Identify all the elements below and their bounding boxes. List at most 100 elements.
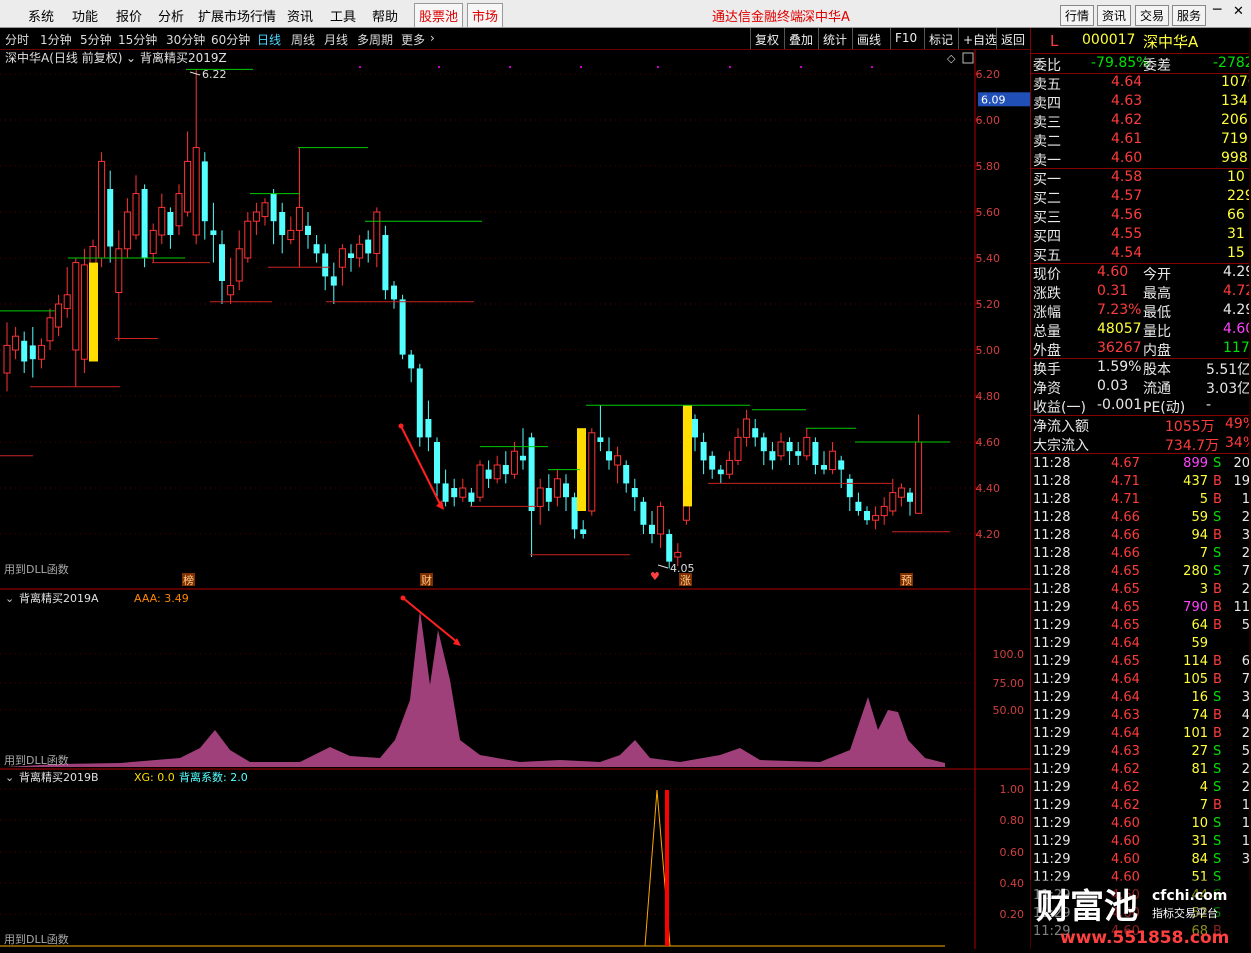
app-title: 通达信金融终端 [712, 10, 804, 25]
tick-row: 11:28 4.65 280 S 7 [1033, 564, 1250, 579]
candle-body [812, 442, 819, 465]
indicator-chevron-icon[interactable]: ⌄ [126, 51, 136, 65]
period-tab-2[interactable]: 5分钟 [80, 31, 112, 48]
candle-body [322, 253, 329, 277]
sell-row-3: 卖二 4.61 719 [1033, 131, 1248, 150]
candle-body [382, 235, 389, 291]
candle-body [709, 455, 716, 470]
tick-row: 11:28 4.67 899 S 20 [1033, 456, 1250, 471]
tool-button-3[interactable]: 画线 [852, 28, 885, 49]
dll-note-b: 用到DLL函数 [4, 933, 69, 946]
top-button-3[interactable]: 服务 [1172, 5, 1207, 26]
candle-body [649, 524, 655, 534]
tool-button-7[interactable]: 返回 [996, 28, 1029, 49]
price-tick-4: 5.40 [976, 252, 1001, 265]
panel-b-signal-bar [665, 790, 669, 946]
menu-item-5[interactable]: 资讯 [287, 6, 313, 25]
sell-row-0: 卖五4.641076 [1033, 74, 1251, 93]
price-tick-1: 6.00 [976, 114, 1001, 127]
candle-body [553, 478, 561, 498]
candle-body [666, 534, 673, 562]
watermark-slogan: 指标交易平台 [1152, 906, 1218, 920]
candle-body [502, 465, 509, 475]
candle-body [536, 487, 544, 507]
tick-row: 11:28 4.71 437 B 19 [1033, 474, 1250, 489]
period-tab-0[interactable]: 分时 [5, 31, 29, 48]
panel-a-chevron-icon[interactable]: ⌄ [5, 592, 14, 605]
top-button-2[interactable]: 交易 [1135, 5, 1170, 26]
panel-b-chevron-icon[interactable]: ⌄ [5, 771, 14, 784]
minimize-icon[interactable]: ─ [1213, 2, 1221, 18]
menu-item-1[interactable]: 功能 [72, 6, 98, 25]
stat2-row-0: 换手 1.59% 股本 5.51亿 [1033, 359, 1251, 378]
event-marker-label-0: 榜 [183, 573, 194, 587]
period-tab-8[interactable]: 月线 [324, 31, 348, 48]
candle-body [72, 262, 80, 351]
menu-item-0[interactable]: 系统 [28, 6, 54, 25]
price-tick-0: 6.20 [976, 68, 1001, 81]
candle-body [451, 488, 458, 498]
candle-body [63, 294, 71, 310]
candle-body [175, 193, 183, 227]
period-tab-6[interactable]: 日线 [257, 31, 281, 48]
candle-body [287, 229, 295, 241]
candle-body [123, 211, 131, 250]
chart-area[interactable]: 6.20 6.00 5.80 5.60 5.40 5.20 5.00 4.80 4.60 4.40… [0, 50, 1030, 949]
signal-bar-2 [683, 405, 692, 507]
price-tick-6: 5.00 [976, 344, 1001, 357]
candle-body [614, 455, 622, 466]
tick-row: 11:29 4.62 81 S 2 [1033, 762, 1250, 777]
candle-body [348, 253, 354, 258]
panel-b-coef: 背离系数: 2.0 [179, 770, 248, 784]
market-button[interactable]: 市场 [467, 3, 504, 28]
marker-dot [359, 66, 361, 68]
diamond-icon[interactable]: ◇ [947, 52, 956, 65]
candle-body [192, 147, 200, 236]
tool-button-4[interactable]: F10 [890, 28, 921, 49]
period-tab-1[interactable]: 1分钟 [40, 31, 72, 48]
candle-body [821, 465, 827, 470]
sell-row-4: 卖一 4.60 998 [1033, 150, 1248, 169]
period-tab-5[interactable]: 60分钟 [211, 31, 250, 48]
menu-item-4[interactable]: 扩展市场行情 [198, 6, 276, 25]
tool-button-5[interactable]: 标记 [924, 28, 957, 49]
more-chevron-icon[interactable]: › [430, 31, 435, 45]
candle-body [29, 345, 36, 360]
menu-item-2[interactable]: 报价 [116, 6, 142, 25]
candle-body [46, 317, 54, 342]
candle-body [476, 464, 484, 498]
stock-pool-button[interactable]: 股票池 [414, 3, 464, 28]
tool-button-0[interactable]: 复权 [750, 28, 783, 49]
thumb-icon: ♥ [650, 570, 660, 583]
candle-body [777, 441, 785, 457]
period-tab-4[interactable]: 30分钟 [166, 31, 205, 48]
menu-item-6[interactable]: 工具 [330, 6, 356, 25]
stat-row-2: 涨幅7.23%最低4.29 [1033, 302, 1251, 321]
top-button-0[interactable]: 行情 [1060, 5, 1095, 26]
tool-button-2[interactable]: 统计 [818, 28, 851, 49]
candle-body [141, 189, 148, 258]
panel-b-tick-1: 0.80 [1000, 814, 1025, 827]
panel-b-tick-4: 0.20 [1000, 908, 1025, 921]
period-tab-7[interactable]: 周线 [291, 31, 315, 48]
tick-row: 11:29 4.64 59 [1033, 636, 1208, 651]
tick-row: 11:29 4.64 16 S 3 [1033, 690, 1250, 705]
marker-dot [729, 66, 731, 68]
watermark: 财富池 cfchi.com 指标交易平台 www.551858.com [1030, 880, 1251, 949]
tool-button-1[interactable]: 叠加 [784, 28, 817, 49]
menu-item-7[interactable]: 帮助 [372, 6, 398, 25]
period-tab-3[interactable]: 15分钟 [118, 31, 157, 48]
candle-body [889, 492, 897, 512]
period-tab-10[interactable]: 更多 [401, 31, 425, 48]
chart-canvas[interactable]: 6.20 6.00 5.80 5.60 5.40 5.20 5.00 4.80 4.60 4.40… [0, 50, 1030, 949]
close-icon[interactable]: ✕ [1233, 4, 1244, 19]
marker-dot [438, 66, 440, 68]
candle-body [580, 529, 587, 534]
candle-body [485, 469, 492, 479]
candle-body [107, 189, 114, 247]
tool-button-6[interactable]: +自选 [958, 28, 1001, 49]
period-tab-9[interactable]: 多周期 [357, 31, 393, 48]
top-button-1[interactable]: 资讯 [1097, 5, 1132, 26]
menu-item-3[interactable]: 分析 [158, 6, 184, 25]
tick-row: 11:29 4.64 105 B 7 [1033, 672, 1250, 687]
